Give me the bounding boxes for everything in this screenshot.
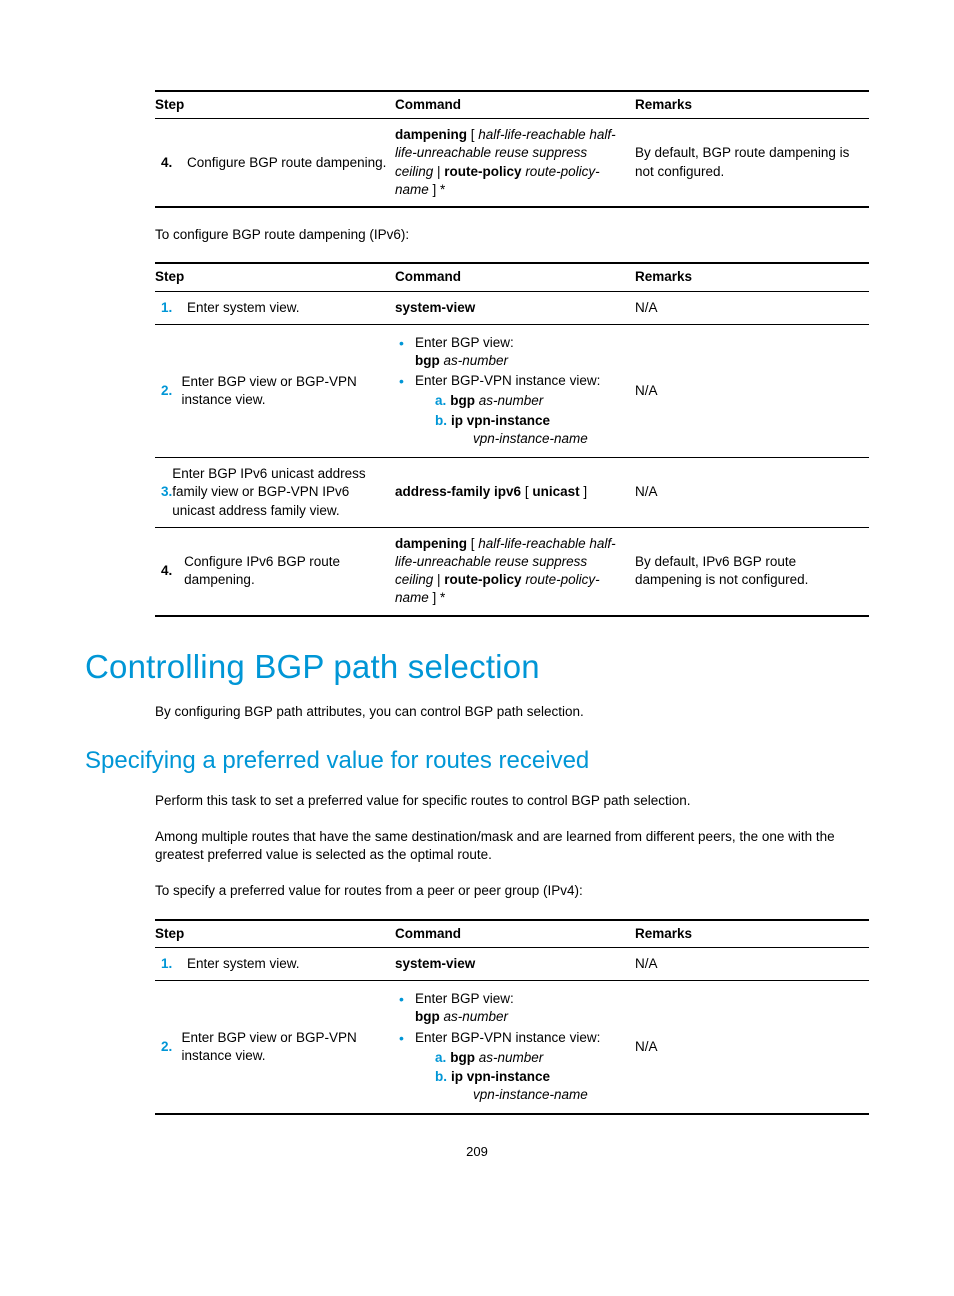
- cmd-text: |: [433, 572, 444, 587]
- table-row: 1.Enter system view. system-view N/A: [155, 291, 869, 324]
- cmd-text: [: [467, 536, 478, 551]
- cmd-keyword: route-policy: [444, 164, 521, 179]
- th-step: Step: [155, 91, 395, 119]
- command-cell: dampening [ half-life-reachable half-lif…: [395, 119, 635, 207]
- cmd-keyword: bgp: [450, 1050, 475, 1065]
- cmd-keyword: route-policy: [444, 572, 521, 587]
- page-number: 209: [85, 1143, 869, 1161]
- step-desc: Enter system view.: [187, 955, 300, 973]
- cmd-text: ]: [580, 484, 588, 499]
- cmd-text: [: [521, 484, 532, 499]
- cmd-arg: as-number: [440, 353, 508, 368]
- cmd-arg: as-number: [475, 1050, 543, 1065]
- remarks-cell: N/A: [635, 947, 869, 980]
- cmd-text: ] *: [429, 590, 446, 605]
- body-paragraph: By configuring BGP path attributes, you …: [155, 703, 869, 721]
- bullet-item: Enter BGP-VPN instance view: a.bgp as-nu…: [395, 1029, 629, 1105]
- command-cell: system-view: [395, 947, 635, 980]
- remarks-cell: By default, BGP route dampening is not c…: [635, 119, 869, 207]
- th-step: Step: [155, 263, 395, 291]
- heading-1: Controlling BGP path selection: [85, 645, 869, 690]
- remarks-cell: N/A: [635, 458, 869, 528]
- step-number: 4.: [155, 154, 187, 172]
- th-remarks: Remarks: [635, 920, 869, 948]
- th-command: Command: [395, 920, 635, 948]
- step-number: 1.: [155, 299, 187, 317]
- step-number: 1.: [155, 955, 187, 973]
- sublist-item: b.ip vpn-instancevpn-instance-name: [435, 412, 629, 448]
- table-row: 2.Enter BGP view or BGP-VPN instance vie…: [155, 324, 869, 457]
- step-desc: Enter BGP IPv6 unicast address family vi…: [172, 465, 389, 520]
- table-dampening-ipv4: Step Command Remarks 4. Configure BGP ro…: [155, 90, 869, 208]
- sublist-item: b.ip vpn-instancevpn-instance-name: [435, 1068, 629, 1104]
- th-remarks: Remarks: [635, 263, 869, 291]
- bullet-item: Enter BGP view: bgp as-number: [395, 990, 629, 1026]
- step-desc: Configure BGP route dampening.: [187, 154, 386, 172]
- sublist-item: a.bgp as-number: [435, 1049, 629, 1067]
- table-row: 1.Enter system view. system-view N/A: [155, 947, 869, 980]
- command-cell: Enter BGP view: bgp as-number Enter BGP-…: [395, 324, 635, 457]
- command-cell: dampening [ half-life-reachable half-lif…: [395, 527, 635, 615]
- step-desc: Enter BGP view or BGP-VPN instance view.: [182, 373, 390, 409]
- table-row: 4.Configure IPv6 BGP route dampening. da…: [155, 527, 869, 615]
- cmd-keyword: system-view: [395, 956, 475, 971]
- command-cell: system-view: [395, 291, 635, 324]
- table-preferred-value-ipv4: Step Command Remarks 1.Enter system view…: [155, 919, 869, 1116]
- sublist-item: a.bgp as-number: [435, 392, 629, 410]
- bullet-item: Enter BGP view: bgp as-number: [395, 334, 629, 370]
- cmd-keyword: ip vpn-instance: [451, 1069, 550, 1084]
- cmd-text: ] *: [429, 182, 446, 197]
- table-header: Step Command Remarks: [155, 920, 869, 948]
- step-number: 2.: [155, 1038, 182, 1056]
- remarks-cell: N/A: [635, 291, 869, 324]
- table-header: Step Command Remarks: [155, 91, 869, 119]
- cmd-arg: as-number: [475, 393, 543, 408]
- cmd-keyword: bgp: [415, 353, 440, 368]
- body-paragraph: Among multiple routes that have the same…: [155, 828, 869, 864]
- step-number: 2.: [155, 382, 182, 400]
- heading-2: Specifying a preferred value for routes …: [85, 745, 869, 777]
- step-desc: Configure IPv6 BGP route dampening.: [184, 553, 389, 589]
- table-header: Step Command Remarks: [155, 263, 869, 291]
- cmd-arg: as-number: [440, 1009, 508, 1024]
- remarks-cell: N/A: [635, 981, 869, 1115]
- body-paragraph: To specify a preferred value for routes …: [155, 882, 869, 900]
- step-desc: Enter system view.: [187, 299, 300, 317]
- table-row: 3.Enter BGP IPv6 unicast address family …: [155, 458, 869, 528]
- cmd-arg: vpn-instance-name: [435, 431, 588, 446]
- th-step: Step: [155, 920, 395, 948]
- cmd-keyword: unicast: [532, 484, 579, 499]
- th-command: Command: [395, 263, 635, 291]
- th-remarks: Remarks: [635, 91, 869, 119]
- cmd-text: Enter BGP view:: [415, 991, 514, 1006]
- cmd-keyword: address-family ipv6: [395, 484, 521, 499]
- body-paragraph: Perform this task to set a preferred val…: [155, 792, 869, 810]
- cmd-keyword: ip vpn-instance: [451, 413, 550, 428]
- cmd-text: [: [467, 127, 478, 142]
- step-desc: Enter BGP view or BGP-VPN instance view.: [182, 1029, 390, 1065]
- step-number: 3.: [155, 483, 172, 501]
- command-cell: Enter BGP view: bgp as-number Enter BGP-…: [395, 981, 635, 1115]
- cmd-text: Enter BGP-VPN instance view:: [415, 373, 600, 388]
- bullet-item: Enter BGP-VPN instance view: a.bgp as-nu…: [395, 372, 629, 448]
- cmd-text: Enter BGP-VPN instance view:: [415, 1030, 600, 1045]
- cmd-keyword: system-view: [395, 300, 475, 315]
- table-dampening-ipv6: Step Command Remarks 1.Enter system view…: [155, 262, 869, 616]
- cmd-keyword: bgp: [450, 393, 475, 408]
- remarks-cell: By default, IPv6 BGP route dampening is …: [635, 527, 869, 615]
- command-cell: address-family ipv6 [ unicast ]: [395, 458, 635, 528]
- intro-text: To configure BGP route dampening (IPv6):: [155, 226, 869, 244]
- step-number: 4.: [155, 562, 184, 580]
- cmd-keyword: bgp: [415, 1009, 440, 1024]
- cmd-arg: vpn-instance-name: [435, 1087, 588, 1102]
- cmd-keyword: dampening: [395, 536, 467, 551]
- table-row: 4. Configure BGP route dampening. dampen…: [155, 119, 869, 207]
- cmd-text: Enter BGP view:: [415, 335, 514, 350]
- cmd-text: |: [433, 164, 444, 179]
- cmd-keyword: dampening: [395, 127, 467, 142]
- th-command: Command: [395, 91, 635, 119]
- remarks-cell: N/A: [635, 324, 869, 457]
- table-row: 2.Enter BGP view or BGP-VPN instance vie…: [155, 981, 869, 1115]
